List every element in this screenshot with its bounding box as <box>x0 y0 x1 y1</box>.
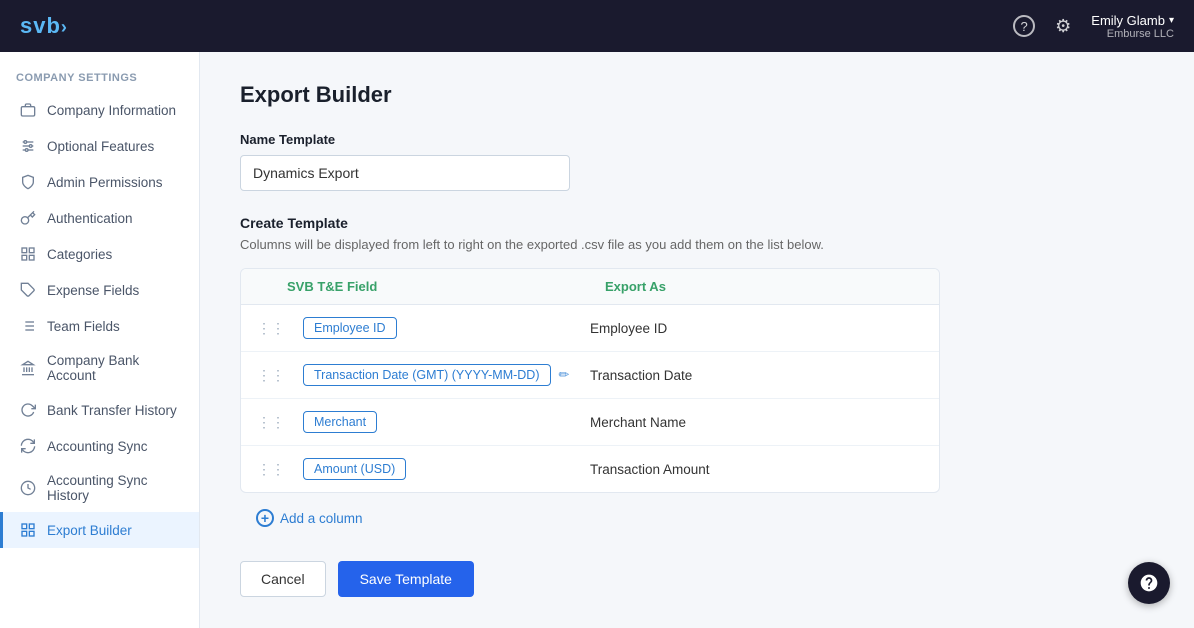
sidebar-item-label: Export Builder <box>47 523 132 538</box>
user-menu[interactable]: Emily Glamb ▾ Emburse LLC <box>1091 13 1174 40</box>
export-col: Transaction Date <box>590 368 923 383</box>
drag-handle-icon[interactable]: ⋮⋮ <box>257 414 285 431</box>
edit-icon[interactable]: ✏ <box>559 367 570 383</box>
grid-icon <box>19 245 37 263</box>
sync-icon <box>19 437 37 455</box>
sidebar-item-label: Accounting Sync <box>47 439 148 454</box>
logo[interactable]: svb› <box>20 13 68 39</box>
sidebar-section-label: COMPANY SETTINGS <box>0 72 199 92</box>
logo-text: svb <box>20 13 61 38</box>
create-template-desc: Columns will be displayed from left to r… <box>240 237 1154 252</box>
export-icon <box>19 521 37 539</box>
user-company: Emburse LLC <box>1107 28 1174 40</box>
field-badge: Employee ID <box>303 317 397 339</box>
topnav: svb› ? ⚙ Emily Glamb ▾ Emburse LLC <box>0 0 1194 52</box>
sidebar-item-label: Team Fields <box>47 319 120 334</box>
key-icon <box>19 209 37 227</box>
sidebar-item-label: Company Information <box>47 103 176 118</box>
refresh-icon <box>19 401 37 419</box>
clock-icon <box>19 479 37 497</box>
field-col: ⋮⋮ Employee ID <box>257 317 590 339</box>
plus-icon: + <box>256 509 274 527</box>
add-column-button[interactable]: + Add a column <box>240 507 1154 529</box>
export-table: SVB T&E Field Export As ⋮⋮ Employee ID E… <box>240 268 940 493</box>
layout: COMPANY SETTINGS Company Information Opt… <box>0 52 1194 628</box>
create-template-title: Create Template <box>240 215 1154 231</box>
sidebar-item-export-builder[interactable]: Export Builder <box>0 512 199 548</box>
field-badge: Transaction Date (GMT) (YYYY-MM-DD) <box>303 364 551 386</box>
footer-buttons: Cancel Save Template <box>240 561 1154 597</box>
col-field-header: SVB T&E Field <box>257 279 605 294</box>
field-col: ⋮⋮ Merchant <box>257 411 590 433</box>
drag-handle-icon[interactable]: ⋮⋮ <box>257 461 285 478</box>
sidebar-item-expense-fields[interactable]: Expense Fields <box>0 272 199 308</box>
sidebar-item-company-information[interactable]: Company Information <box>0 92 199 128</box>
table-row: ⋮⋮ Employee ID Employee ID <box>241 305 939 352</box>
export-col: Transaction Amount <box>590 462 923 477</box>
name-template-input[interactable] <box>240 155 570 191</box>
sidebar-item-label: Company Bank Account <box>47 353 183 383</box>
field-col: ⋮⋮ Transaction Date (GMT) (YYYY-MM-DD) ✏ <box>257 364 590 386</box>
sidebar-item-label: Expense Fields <box>47 283 139 298</box>
sidebar-item-label: Bank Transfer History <box>47 403 177 418</box>
field-badge: Merchant <box>303 411 377 433</box>
sidebar-item-authentication[interactable]: Authentication <box>0 200 199 236</box>
drag-handle-icon[interactable]: ⋮⋮ <box>257 320 285 337</box>
sidebar-item-company-bank-account[interactable]: Company Bank Account <box>0 344 199 392</box>
sidebar-item-categories[interactable]: Categories <box>0 236 199 272</box>
user-name: Emily Glamb ▾ <box>1091 13 1174 28</box>
table-header: SVB T&E Field Export As <box>241 269 939 305</box>
topnav-right: ? ⚙ Emily Glamb ▾ Emburse LLC <box>1013 13 1174 40</box>
export-col: Merchant Name <box>590 415 923 430</box>
briefcase-icon <box>19 101 37 119</box>
export-col: Employee ID <box>590 321 923 336</box>
page-title: Export Builder <box>240 82 1154 108</box>
sidebar-item-label: Optional Features <box>47 139 154 154</box>
name-template-label: Name Template <box>240 132 1154 147</box>
sidebar: COMPANY SETTINGS Company Information Opt… <box>0 52 200 628</box>
table-row: ⋮⋮ Merchant Merchant Name <box>241 399 939 446</box>
help-icon[interactable]: ? <box>1013 15 1035 37</box>
cancel-button[interactable]: Cancel <box>240 561 326 597</box>
sidebar-item-optional-features[interactable]: Optional Features <box>0 128 199 164</box>
sidebar-item-label: Categories <box>47 247 112 262</box>
sidebar-item-bank-transfer-history[interactable]: Bank Transfer History <box>0 392 199 428</box>
sidebar-item-accounting-sync[interactable]: Accounting Sync <box>0 428 199 464</box>
save-template-button[interactable]: Save Template <box>338 561 474 597</box>
sidebar-item-accounting-sync-history[interactable]: Accounting Sync History <box>0 464 199 512</box>
shield-icon <box>19 173 37 191</box>
sidebar-item-admin-permissions[interactable]: Admin Permissions <box>0 164 199 200</box>
field-badge: Amount (USD) <box>303 458 406 480</box>
sidebar-item-label: Authentication <box>47 211 133 226</box>
chevron-down-icon: ▾ <box>1169 15 1174 26</box>
sidebar-item-label: Accounting Sync History <box>47 473 183 503</box>
logo-arrow: › <box>61 17 68 37</box>
gear-icon[interactable]: ⚙ <box>1055 16 1071 37</box>
col-export-header: Export As <box>605 279 923 294</box>
add-column-label: Add a column <box>280 511 363 526</box>
list-icon <box>19 317 37 335</box>
main-content: Export Builder Name Template Create Temp… <box>200 52 1194 628</box>
drag-handle-icon[interactable]: ⋮⋮ <box>257 367 285 384</box>
sliders-icon <box>19 137 37 155</box>
sidebar-item-label: Admin Permissions <box>47 175 163 190</box>
field-col: ⋮⋮ Amount (USD) <box>257 458 590 480</box>
help-bubble[interactable] <box>1128 562 1170 604</box>
table-row: ⋮⋮ Transaction Date (GMT) (YYYY-MM-DD) ✏… <box>241 352 939 399</box>
table-row: ⋮⋮ Amount (USD) Transaction Amount <box>241 446 939 492</box>
tag-icon <box>19 281 37 299</box>
sidebar-item-team-fields[interactable]: Team Fields <box>0 308 199 344</box>
bank-icon <box>19 359 37 377</box>
